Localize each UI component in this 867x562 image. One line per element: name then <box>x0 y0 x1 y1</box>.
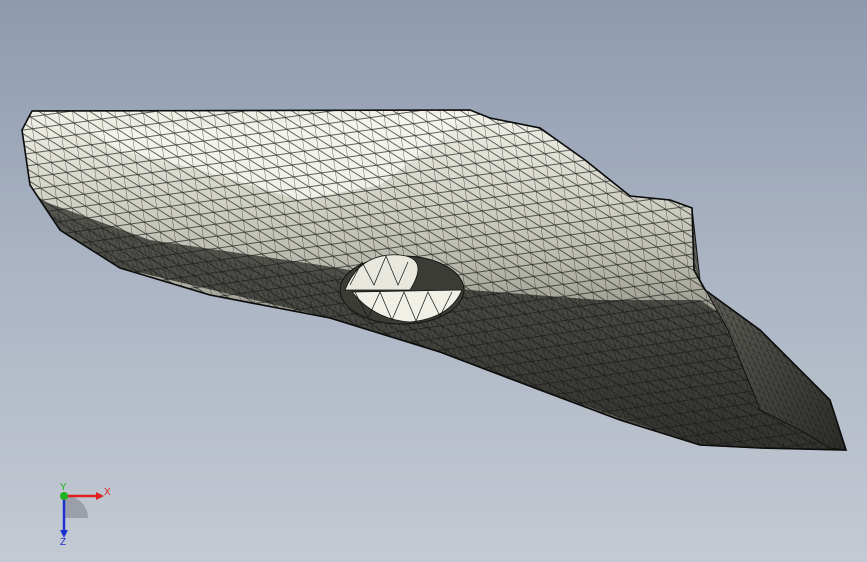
y-axis-label: Y <box>60 482 67 493</box>
triad-plane <box>64 495 89 518</box>
y-axis-dot <box>60 492 68 500</box>
z-axis-label: Z <box>60 537 66 546</box>
graphics-viewport[interactable]: X Y Z <box>0 0 867 562</box>
orientation-triad[interactable]: X Y Z <box>44 482 114 546</box>
mesh-model[interactable] <box>0 0 867 562</box>
x-axis-arrow <box>96 492 104 500</box>
x-axis-label: X <box>104 487 111 498</box>
